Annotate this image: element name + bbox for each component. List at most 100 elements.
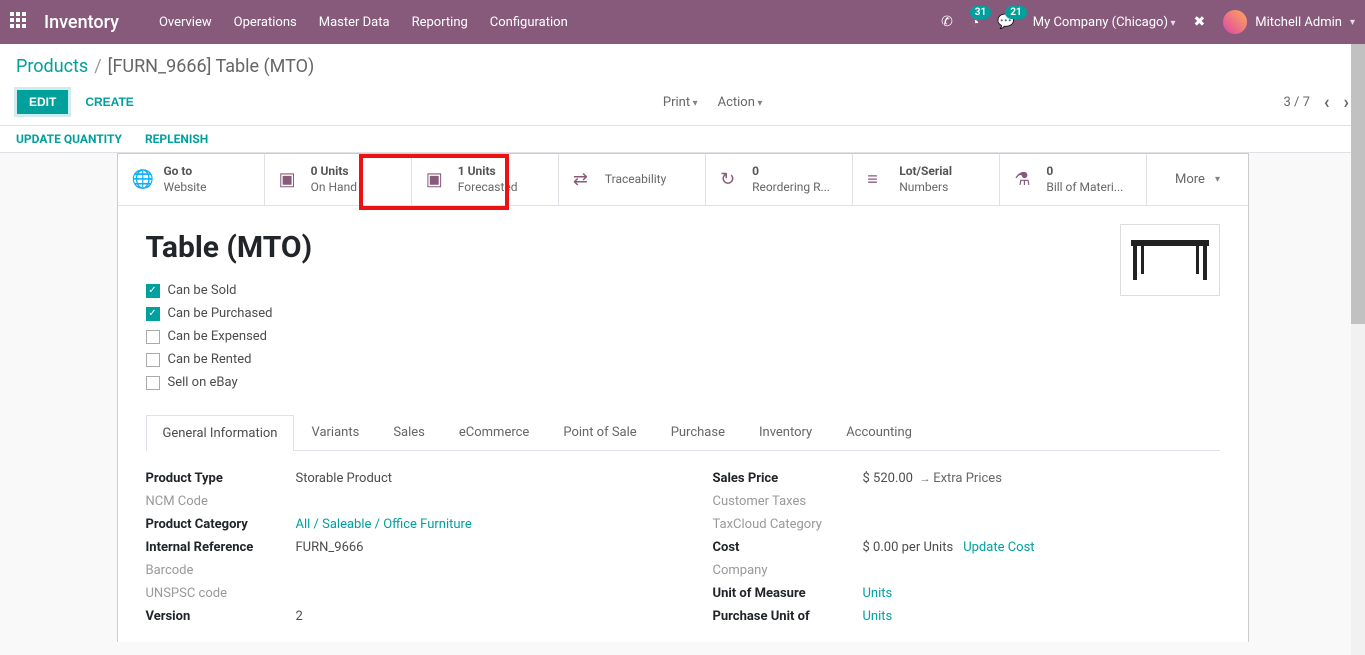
exchange-icon: ⇄ <box>573 169 595 190</box>
opt-sell-ebay[interactable]: Sell on eBay <box>146 375 1220 390</box>
breadcrumb: Products/[FURN_9666] Table (MTO) <box>0 44 1365 81</box>
systray: ✆ ◔31 💬21 My Company (Chicago) ✖ Mitchel… <box>941 10 1355 34</box>
product-name: Table (MTO) <box>146 230 1220 265</box>
label-ncm: NCM Code <box>146 494 296 509</box>
value-version: 2 <box>296 609 653 624</box>
action-dropdown[interactable]: Action <box>718 95 763 110</box>
label-category: Product Category <box>146 517 296 532</box>
tab-accounting[interactable]: Accounting <box>829 414 929 450</box>
pager-prev-icon[interactable]: ‹ <box>1324 92 1330 113</box>
label-customer-taxes: Customer Taxes <box>713 494 863 509</box>
checkbox-icon: ✓ <box>146 284 160 298</box>
stat-bom[interactable]: ⚗ 0Bill of Materi... <box>1000 154 1147 205</box>
stat-on-hand[interactable]: ▣ 0 UnitsOn Hand <box>265 154 412 205</box>
menu-master-data[interactable]: Master Data <box>319 15 390 30</box>
menu-reporting[interactable]: Reporting <box>412 15 468 30</box>
stat-go-to-website[interactable]: 🌐 Go toWebsite <box>118 154 265 205</box>
label-version: Version <box>146 609 296 624</box>
opt-can-purchased[interactable]: ✓Can be Purchased <box>146 306 1220 321</box>
label-barcode: Barcode <box>146 563 296 578</box>
activity-badge: 31 <box>970 6 991 19</box>
cubes-icon: ▣ <box>279 169 301 190</box>
create-button[interactable]: CREATE <box>77 90 141 114</box>
avatar <box>1223 10 1247 34</box>
form-fields: Product TypeStorable Product NCM Code Pr… <box>146 451 1220 632</box>
value-cost: $ 0.00 <box>863 540 899 555</box>
replenish-button[interactable]: REPLENISH <box>145 132 208 146</box>
tab-ecommerce[interactable]: eCommerce <box>442 414 546 450</box>
checkbox-icon <box>146 376 160 390</box>
update-quantity-button[interactable]: UPDATE QUANTITY <box>16 132 122 146</box>
label-purchase-uom: Purchase Unit of <box>713 609 863 624</box>
print-dropdown[interactable]: Print <box>663 95 698 110</box>
tools-icon[interactable]: ✖ <box>1194 14 1206 30</box>
label-taxcloud: TaxCloud Category <box>713 517 863 532</box>
user-name: Mitchell Admin <box>1255 15 1342 30</box>
brand-title[interactable]: Inventory <box>44 12 119 33</box>
tab-pos[interactable]: Point of Sale <box>546 414 653 450</box>
tab-inventory[interactable]: Inventory <box>742 414 829 450</box>
label-unspsc: UNSPSC code <box>146 586 296 601</box>
opt-can-expensed[interactable]: Can be Expensed <box>146 329 1220 344</box>
activity-icon[interactable]: ◔31 <box>971 14 979 31</box>
label-internal-ref: Internal Reference <box>146 540 296 555</box>
control-panel: EDIT CREATE Print Action 3 / 7 ‹ › <box>0 81 1365 126</box>
extra-prices-button[interactable]: Extra Prices <box>919 471 1001 486</box>
tab-sales[interactable]: Sales <box>376 414 442 450</box>
menu-overview[interactable]: Overview <box>159 15 212 30</box>
main-menu: Overview Operations Master Data Reportin… <box>159 15 568 30</box>
label-company: Company <box>713 563 863 578</box>
checkbox-icon: ✓ <box>146 307 160 321</box>
pager-next-icon[interactable]: › <box>1344 92 1349 113</box>
table-icon <box>1127 236 1213 284</box>
value-internal-ref: FURN_9666 <box>296 540 653 555</box>
checkbox-icon <box>146 353 160 367</box>
discuss-badge: 21 <box>1005 6 1026 19</box>
pager-count: 3 / 7 <box>1283 95 1309 110</box>
value-sales-price: $ 520.00 <box>863 471 914 486</box>
status-bar-buttons: UPDATE QUANTITY REPLENISH <box>0 126 1365 153</box>
refresh-icon: ↻ <box>720 169 742 190</box>
flask-icon: ⚗ <box>1014 169 1036 190</box>
stat-traceability[interactable]: ⇄ Traceability <box>559 154 706 205</box>
user-menu[interactable]: Mitchell Admin <box>1223 10 1355 34</box>
top-nav: Inventory Overview Operations Master Dat… <box>0 0 1365 44</box>
label-cost: Cost <box>713 540 863 555</box>
checkbox-icon <box>146 330 160 344</box>
scrollbar-thumb[interactable] <box>1351 44 1365 324</box>
update-cost-button[interactable]: Update Cost <box>963 540 1034 555</box>
phone-icon[interactable]: ✆ <box>941 14 953 30</box>
opt-can-sold[interactable]: ✓Can be Sold <box>146 283 1220 298</box>
label-sales-price: Sales Price <box>713 471 863 486</box>
value-product-type: Storable Product <box>296 471 653 486</box>
label-uom: Unit of Measure <box>713 586 863 601</box>
company-switcher[interactable]: My Company (Chicago) <box>1033 15 1176 30</box>
bars-icon: ≡ <box>867 169 889 190</box>
stat-forecasted[interactable]: ▣ 1 UnitsForecasted <box>412 154 559 205</box>
edit-button[interactable]: EDIT <box>16 89 69 115</box>
menu-operations[interactable]: Operations <box>234 15 297 30</box>
opt-can-rented[interactable]: Can be Rented <box>146 352 1220 367</box>
notebook-tabs: General Information Variants Sales eComm… <box>146 414 1220 451</box>
stat-lot-serial[interactable]: ≡ Lot/SerialNumbers <box>853 154 1000 205</box>
tab-variants[interactable]: Variants <box>294 414 376 450</box>
globe-icon: 🌐 <box>132 169 154 190</box>
pager: 3 / 7 ‹ › <box>1283 92 1349 113</box>
breadcrumb-parent[interactable]: Products <box>16 56 88 77</box>
stat-more[interactable]: More <box>1147 154 1247 205</box>
stat-buttons: 🌐 Go toWebsite ▣ 0 UnitsOn Hand ▣ 1 Unit… <box>118 154 1248 206</box>
value-uom[interactable]: Units <box>863 586 893 601</box>
tab-purchase[interactable]: Purchase <box>654 414 742 450</box>
value-category[interactable]: All / Saleable / Office Furniture <box>296 517 472 532</box>
product-image[interactable] <box>1120 224 1220 296</box>
breadcrumb-current: [FURN_9666] Table (MTO) <box>108 56 315 77</box>
discuss-icon[interactable]: 💬21 <box>997 14 1014 30</box>
value-purchase-uom[interactable]: Units <box>863 609 893 624</box>
menu-configuration[interactable]: Configuration <box>490 15 568 30</box>
apps-icon[interactable] <box>10 12 30 32</box>
scrollbar[interactable] <box>1351 44 1365 655</box>
label-product-type: Product Type <box>146 471 296 486</box>
form-sheet: 🌐 Go toWebsite ▣ 0 UnitsOn Hand ▣ 1 Unit… <box>117 153 1249 642</box>
stat-reordering[interactable]: ↻ 0Reordering R... <box>706 154 853 205</box>
tab-general-info[interactable]: General Information <box>146 415 295 451</box>
